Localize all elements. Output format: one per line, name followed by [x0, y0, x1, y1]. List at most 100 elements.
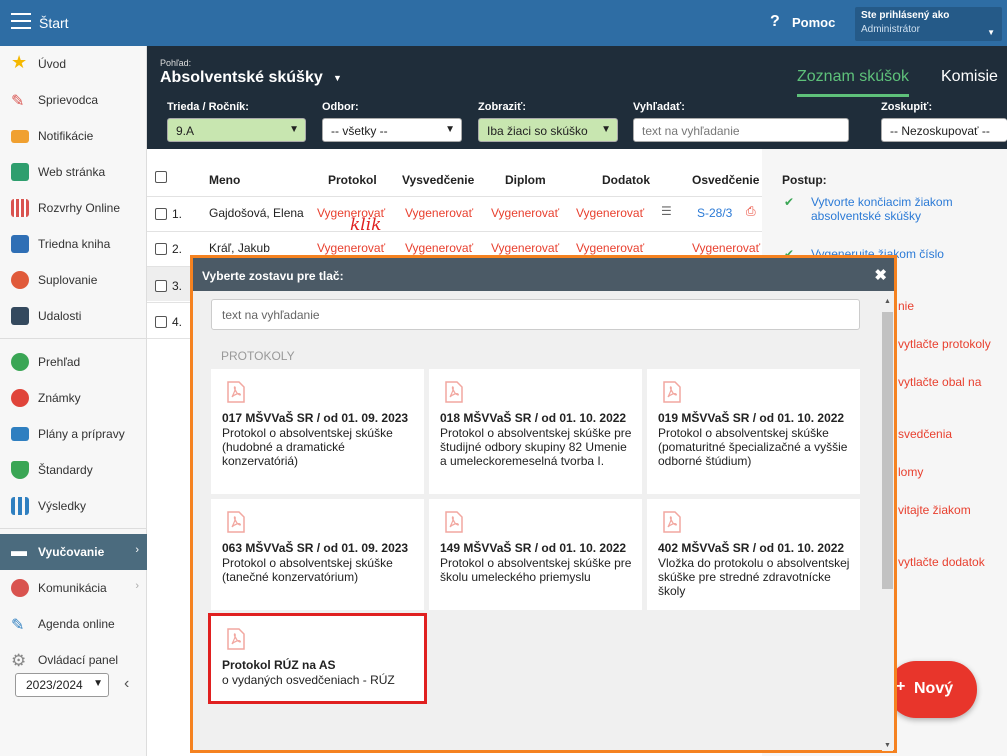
field-filter-label: Odbor: [322, 101, 359, 113]
row-checkbox[interactable] [155, 280, 167, 292]
sidebar-item-plany[interactable]: Plány a prípravy [0, 416, 147, 452]
sidebar-item-znamky[interactable]: Známky [0, 380, 147, 416]
guide-step[interactable]: vitajte žiakom [898, 503, 971, 517]
col-dodatok[interactable]: Dodatok [602, 173, 650, 187]
help-link[interactable]: Pomoc [792, 15, 835, 30]
sidebar-item-rozvrhy[interactable]: Rozvrhy Online [0, 190, 147, 226]
scroll-up-icon[interactable]: ▲ [884, 298, 891, 305]
guide-step[interactable]: vytlačte dodatok [898, 555, 985, 569]
col-diplom[interactable]: Diplom [505, 173, 546, 187]
report-card[interactable]: 402 MŠVVaŠ SR / od 01. 10. 2022 Vložka d… [647, 499, 860, 610]
scroll-down-icon[interactable]: ▼ [884, 742, 891, 749]
row-checkbox[interactable] [155, 316, 167, 328]
sidebar-item-web[interactable]: Web stránka [0, 154, 147, 190]
pdf-file-icon [445, 511, 463, 533]
search-input[interactable]: text na vyhľadanie [633, 118, 849, 142]
menu-icon[interactable] [11, 13, 31, 31]
sidebar-item-label: Komunikácia [38, 581, 107, 595]
pdf-file-icon [663, 381, 681, 403]
pdf-icon[interactable]: ⎙ [746, 204, 756, 219]
help-icon[interactable]: ? [770, 13, 780, 31]
class-filter-select[interactable]: 9.A ▼ [167, 118, 306, 142]
report-card[interactable]: 017 MŠVVaŠ SR / od 01. 09. 2023 Protokol… [211, 369, 424, 494]
show-filter-select[interactable]: Iba žiaci so skúško ▼ [478, 118, 618, 142]
row-checkbox[interactable] [155, 243, 167, 255]
col-protokol[interactable]: Protokol [328, 173, 377, 187]
sidebar-item-label: Prehľad [38, 355, 81, 369]
report-title: 149 MŠVVaŠ SR / od 01. 10. 2022 [440, 541, 627, 555]
report-card[interactable]: 019 MŠVVaŠ SR / od 01. 10. 2022 Protokol… [647, 369, 860, 494]
field-filter-select[interactable]: -- všetky -- ▼ [322, 118, 462, 142]
sidebar-item-komunikacia[interactable]: Komunikácia › [0, 570, 147, 606]
report-title: Protokol RÚZ na AS [222, 658, 336, 672]
close-icon[interactable]: ✖ [874, 266, 887, 284]
dodatok-generate-link[interactable]: Vygenerovať [576, 241, 644, 255]
sidebar-item-agenda[interactable]: ✎ Agenda online [0, 606, 147, 642]
tab-zoznam-skusok[interactable]: Zoznam skúšok [797, 68, 910, 97]
col-vysvedcenie[interactable]: Vysvedčenie [402, 173, 474, 187]
chevron-down-icon: ▼ [987, 28, 995, 37]
field-filter-value: -- všetky -- [331, 124, 388, 138]
collapse-sidebar-icon[interactable]: ‹ [124, 675, 129, 693]
sidebar-item-label: Sprievodca [38, 93, 99, 107]
row-number: 4. [172, 315, 183, 329]
sidebar-item-sprievodca[interactable]: ✎ Sprievodca [0, 82, 147, 118]
chevron-down-icon: ▼ [93, 678, 103, 689]
divider [147, 231, 762, 232]
sidebar-item-notifikacie[interactable]: Notifikácie [0, 118, 147, 154]
list-icon[interactable]: ☰ [661, 204, 672, 218]
sidebar-item-standardy[interactable]: Štandardy [0, 452, 147, 488]
diplom-generate-link[interactable]: Vygenerovať [491, 206, 559, 220]
report-card[interactable]: 018 MŠVVaŠ SR / od 01. 10. 2022 Protokol… [429, 369, 642, 494]
report-card[interactable]: 063 MŠVVaŠ SR / od 01. 09. 2023 Protokol… [211, 499, 424, 610]
student-name[interactable]: Kráľ, Jakub [209, 241, 270, 255]
vysvedcenie-generate-link[interactable]: Vygenerovať [405, 206, 473, 220]
calendar-grid-icon [11, 199, 29, 217]
group-filter-select[interactable]: -- Nezoskupovať -- [881, 118, 1007, 142]
diplom-generate-link[interactable]: Vygenerovať [491, 241, 559, 255]
divider [147, 196, 762, 197]
osvedcenie-number[interactable]: S-28/3 [697, 206, 732, 220]
view-selector[interactable]: Absolventské skúšky [160, 69, 323, 87]
show-filter-value: Iba žiaci so skúško [487, 124, 588, 138]
sidebar-item-vysledky[interactable]: Výsledky [0, 488, 147, 524]
divider [0, 338, 147, 339]
scrollbar-thumb[interactable] [882, 312, 893, 589]
dodatok-generate-link[interactable]: Vygenerovať [576, 206, 644, 220]
guide-step[interactable]: vytlačte obal na [898, 375, 981, 389]
new-button[interactable]: + Nový [888, 661, 977, 718]
protokol-generate-link[interactable]: Vygenerovať [317, 241, 385, 255]
check-circle-icon [11, 353, 29, 371]
sidebar-item-udalosti[interactable]: Udalosti [0, 298, 147, 334]
guide-step[interactable]: vytlačte protokoly [898, 337, 991, 351]
col-meno[interactable]: Meno [209, 173, 240, 187]
sidebar-item-triedna-kniha[interactable]: Triedna kniha [0, 226, 147, 262]
col-osvedcenie[interactable]: Osvedčenie [692, 173, 759, 187]
chevron-down-icon[interactable]: ▼ [333, 73, 342, 83]
dialog-scrollbar[interactable]: ▲ ▼ [882, 296, 893, 751]
osvedcenie-generate-link[interactable]: Vygenerovať [692, 241, 760, 255]
select-all-checkbox[interactable] [155, 171, 167, 183]
sidebar-item-vyucovanie[interactable]: ▬ Vyučovanie › [0, 534, 147, 570]
app-title[interactable]: Štart [39, 15, 69, 31]
report-card-ruz[interactable]: Protokol RÚZ na AS o vydaných osvedčenia… [208, 613, 427, 704]
guide-step[interactable]: lomy [898, 465, 923, 479]
sidebar-item-uvod[interactable]: ★ Úvod [0, 46, 147, 82]
tab-komisie[interactable]: Komisie [941, 68, 998, 86]
row-checkbox[interactable] [155, 208, 167, 220]
vysvedcenie-generate-link[interactable]: Vygenerovať [405, 241, 473, 255]
sidebar-item-suplovanie[interactable]: Suplovanie [0, 262, 147, 298]
check-icon: ✔ [784, 195, 795, 209]
report-title: 019 MŠVVaŠ SR / od 01. 10. 2022 [658, 411, 845, 425]
chevron-down-icon: ▼ [289, 124, 299, 135]
sidebar-item-prehlad[interactable]: Prehľad [0, 344, 147, 380]
student-name[interactable]: Gajdošová, Elena [209, 206, 304, 220]
report-card[interactable]: 149 MŠVVaŠ SR / od 01. 10. 2022 Protokol… [429, 499, 642, 610]
school-year-select[interactable]: 2023/2024 ▼ [15, 673, 109, 697]
report-search-input[interactable]: text na vyhľadanie [211, 299, 860, 330]
sidebar-item-label: Notifikácie [38, 129, 94, 143]
guide-step[interactable]: svedčenia [898, 427, 952, 441]
user-menu[interactable]: Ste prihlásený ako Administrátor ▼ [855, 7, 1002, 41]
guide-step[interactable]: Vytvorte končiacim žiakom absolventské s… [811, 195, 971, 223]
guide-step[interactable]: nie [898, 299, 914, 313]
